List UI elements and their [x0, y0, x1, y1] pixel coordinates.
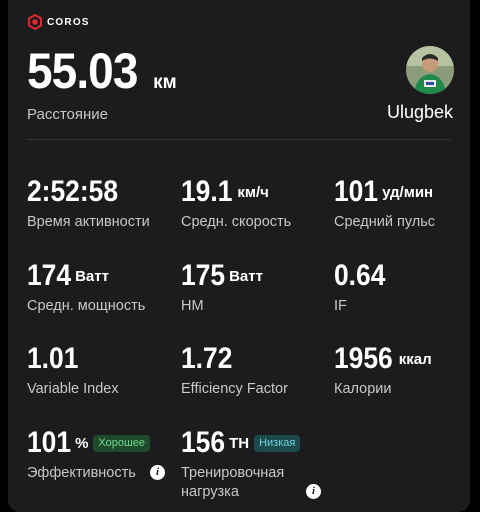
- metric-unit: %: [75, 434, 89, 452]
- metric-label: НМ: [181, 298, 204, 314]
- metric-value: 1.72: [181, 342, 233, 375]
- info-icon[interactable]: i: [306, 484, 321, 499]
- metric-label: Variable Index: [27, 381, 119, 397]
- distance-summary: 55.03 км Расстояние: [27, 46, 177, 123]
- metric-label: Калории: [334, 381, 392, 397]
- metric-unit: Ватт: [75, 267, 109, 285]
- metric-value: 0.64: [334, 259, 386, 292]
- metric-label: Время активности: [27, 214, 150, 230]
- metric-value: 174: [27, 259, 72, 292]
- metric-variable-index: 1.01 Variable Index: [27, 342, 177, 399]
- metric-unit: уд/мин: [382, 183, 434, 201]
- metric-unit: Ватт: [229, 267, 263, 285]
- metric-label: Средн. скорость: [181, 214, 292, 230]
- status-badge: Хорошее: [93, 434, 151, 452]
- distance-unit: км: [153, 72, 177, 93]
- metric-active-time: 2:52:58 Время активности: [27, 175, 177, 232]
- metric-efficiency-factor: 1.72 Efficiency Factor: [181, 342, 331, 399]
- metric-label: Средн. мощность: [27, 298, 146, 314]
- metric-value: 19.1: [181, 175, 233, 208]
- metric-unit: TH: [229, 434, 250, 452]
- brand-logo: COROS: [28, 14, 90, 30]
- metric-value: 1956: [334, 342, 393, 375]
- metric-value: 101: [27, 426, 72, 459]
- metric-value: 156: [181, 426, 226, 459]
- metric-training-load: 156 TH Низкая Тренировочная нагрузка: [181, 426, 311, 502]
- metric-unit: км/ч: [237, 183, 269, 201]
- metric-label: Тренировочная нагрузка: [181, 465, 285, 500]
- coros-hexagon-icon: [28, 14, 42, 30]
- metric-np: 175 Ватт НМ: [181, 259, 331, 316]
- metric-if: 0.64 IF: [334, 259, 470, 316]
- metric-avg-hr: 101 уд/мин Средний пульс: [334, 175, 470, 232]
- info-icon[interactable]: i: [150, 465, 165, 480]
- activity-summary-card: COROS 55.03 км Расстояние Ulugbek 2:52:5…: [8, 0, 470, 512]
- avatar[interactable]: [406, 46, 454, 94]
- metric-value: 101: [334, 175, 379, 208]
- metric-value: 175: [181, 259, 226, 292]
- username[interactable]: Ulugbek: [387, 102, 453, 123]
- metric-calories: 1956 ккал Калории: [334, 342, 470, 399]
- metric-unit: ккал: [398, 350, 432, 368]
- status-badge: Низкая: [254, 434, 301, 452]
- metric-avg-power: 174 Ватт Средн. мощность: [27, 259, 177, 316]
- metric-value: 2:52:58: [27, 175, 118, 208]
- metric-label: Средний пульс: [334, 214, 436, 230]
- distance-label: Расстояние: [27, 106, 109, 123]
- user-photo-icon: [406, 46, 454, 94]
- metric-value: 1.01: [27, 342, 79, 375]
- distance-value: 55.03: [27, 43, 138, 99]
- metric-label: IF: [334, 298, 347, 314]
- metric-avg-speed: 19.1 км/ч Средн. скорость: [181, 175, 331, 232]
- brand-name: COROS: [47, 16, 90, 28]
- metric-label: Efficiency Factor: [181, 381, 288, 397]
- divider: [27, 139, 451, 140]
